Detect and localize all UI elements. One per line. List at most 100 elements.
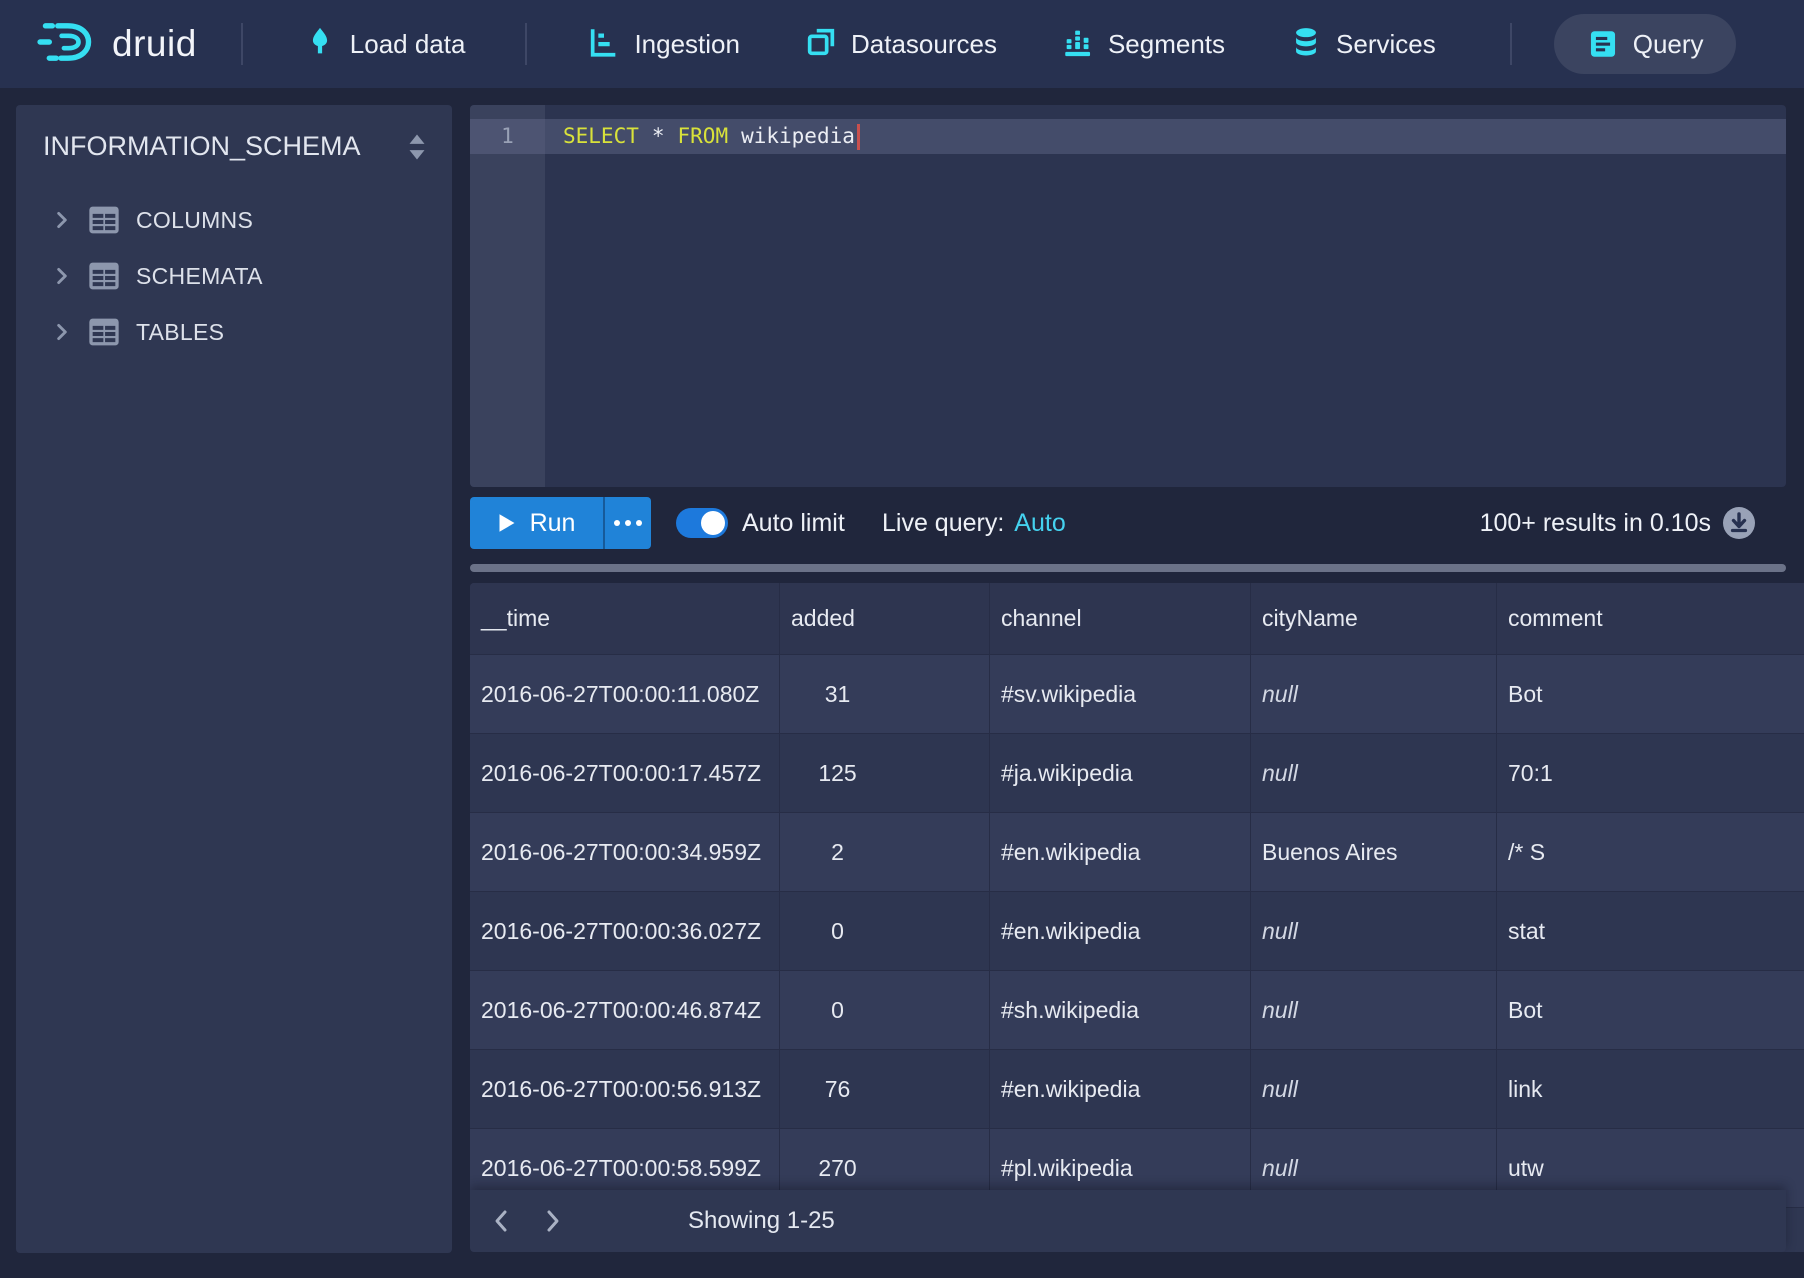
auto-limit-label[interactable]: Auto limit: [742, 497, 845, 549]
next-page-button[interactable]: [540, 1208, 566, 1234]
druid-logo[interactable]: druid: [34, 12, 197, 77]
cell-added[interactable]: 31: [780, 655, 990, 733]
column-header-added[interactable]: added: [780, 583, 990, 654]
run-button-label: Run: [530, 509, 576, 538]
nav-label: Services: [1336, 29, 1436, 60]
toggle-knob: [701, 511, 725, 535]
nav-divider: [1510, 23, 1512, 65]
cell-time[interactable]: 2016-06-27T00:00:34.959Z: [470, 813, 780, 891]
results-summary: 100+ results in 0.10s: [1480, 497, 1711, 549]
tree-item-columns[interactable]: COLUMNS: [16, 192, 452, 248]
cell-comment[interactable]: /* S: [1497, 813, 1804, 891]
column-header-cityname[interactable]: cityName: [1251, 583, 1497, 654]
cell-channel[interactable]: #ja.wikipedia: [990, 734, 1251, 812]
sql-code-line[interactable]: SELECT * FROM wikipedia: [563, 119, 860, 154]
sql-identifier: wikipedia: [741, 119, 855, 154]
chevron-right-icon[interactable]: [52, 322, 72, 342]
cell-cityname[interactable]: null: [1251, 971, 1497, 1049]
nav-item-segments[interactable]: Segments: [1061, 25, 1225, 64]
nav-item-query-active[interactable]: Query: [1554, 14, 1736, 74]
sql-keyword: SELECT: [563, 119, 639, 154]
cell-comment[interactable]: Bot: [1497, 655, 1804, 733]
results-header-row: __time added channel cityName comment: [470, 583, 1804, 655]
cell-channel[interactable]: #sh.wikipedia: [990, 971, 1251, 1049]
chevron-right-icon[interactable]: [52, 266, 72, 286]
table-grid-icon: [88, 261, 120, 291]
table-row: 2016-06-27T00:00:46.874Z 0 #sh.wikipedia…: [470, 971, 1804, 1050]
cell-cityname[interactable]: null: [1251, 892, 1497, 970]
nav-label: Datasources: [851, 29, 997, 60]
cell-channel[interactable]: #en.wikipedia: [990, 1050, 1251, 1128]
cell-added[interactable]: 0: [780, 892, 990, 970]
cell-time[interactable]: 2016-06-27T00:00:36.027Z: [470, 892, 780, 970]
chevron-right-icon[interactable]: [52, 210, 72, 230]
sql-editor[interactable]: 1 SELECT * FROM wikipedia: [470, 105, 1786, 487]
druid-logo-icon: [34, 12, 100, 77]
column-header-comment[interactable]: comment: [1497, 583, 1804, 654]
nav-item-services[interactable]: Services: [1289, 25, 1436, 64]
cell-time[interactable]: 2016-06-27T00:00:46.874Z: [470, 971, 780, 1049]
schema-tree: COLUMNS SCHEMATA: [16, 192, 452, 360]
sql-star: *: [652, 119, 665, 154]
cell-comment[interactable]: stat: [1497, 892, 1804, 970]
query-console-icon: [1586, 27, 1620, 61]
editor-gutter: [470, 105, 545, 487]
auto-limit-toggle[interactable]: [676, 508, 728, 538]
results-panel: __time added channel cityName comment 20…: [470, 583, 1804, 1252]
cell-channel[interactable]: #sv.wikipedia: [990, 655, 1251, 733]
cell-cityname[interactable]: null: [1251, 655, 1497, 733]
cell-time[interactable]: 2016-06-27T00:00:17.457Z: [470, 734, 780, 812]
nav-divider: [241, 23, 243, 65]
cell-added[interactable]: 125: [780, 734, 990, 812]
previous-page-button[interactable]: [488, 1208, 514, 1234]
cell-comment[interactable]: Bot: [1497, 971, 1804, 1049]
download-results-button[interactable]: [1722, 506, 1756, 545]
play-icon: [498, 513, 516, 533]
run-bar: Run Auto limit Live query: Auto 100+ res…: [470, 497, 1786, 549]
nav-label: Query: [1633, 29, 1704, 60]
cell-added[interactable]: 0: [780, 971, 990, 1049]
cell-time[interactable]: 2016-06-27T00:00:56.913Z: [470, 1050, 780, 1128]
nav-divider: [525, 23, 527, 65]
cell-added[interactable]: 2: [780, 813, 990, 891]
table-grid-icon: [88, 205, 120, 235]
segments-bars-icon: [1061, 25, 1095, 64]
cell-comment[interactable]: 70:1: [1497, 734, 1804, 812]
sort-toggle-icon[interactable]: [404, 132, 430, 162]
cell-channel[interactable]: #en.wikipedia: [990, 892, 1251, 970]
nav-label: Load data: [350, 29, 466, 60]
text-cursor: [857, 124, 860, 150]
cell-comment[interactable]: link: [1497, 1050, 1804, 1128]
schema-title: INFORMATION_SCHEMA: [43, 131, 361, 162]
run-options-button[interactable]: [603, 497, 651, 549]
cell-time[interactable]: 2016-06-27T00:00:11.080Z: [470, 655, 780, 733]
nav-label: Segments: [1108, 29, 1225, 60]
services-database-icon: [1289, 25, 1323, 64]
nav-item-load-data[interactable]: Load data: [303, 25, 466, 64]
showing-range-label: Showing 1-25: [688, 1207, 835, 1235]
table-row: 2016-06-27T00:00:34.959Z 2 #en.wikipedia…: [470, 813, 1804, 892]
column-header-channel[interactable]: channel: [990, 583, 1251, 654]
sql-keyword: FROM: [678, 119, 729, 154]
cell-cityname[interactable]: null: [1251, 1050, 1497, 1128]
run-button[interactable]: Run: [470, 497, 603, 549]
live-query-value-link[interactable]: Auto: [1014, 509, 1065, 538]
table-row: 2016-06-27T00:00:36.027Z 0 #en.wikipedia…: [470, 892, 1804, 971]
line-number: 1: [470, 119, 545, 154]
schema-sidebar: INFORMATION_SCHEMA COLUMNS: [16, 105, 452, 1253]
tree-item-schemata[interactable]: SCHEMATA: [16, 248, 452, 304]
nav-item-datasources[interactable]: Datasources: [804, 25, 997, 64]
tree-item-label: SCHEMATA: [136, 263, 263, 290]
tree-item-tables[interactable]: TABLES: [16, 304, 452, 360]
nav-item-ingestion[interactable]: Ingestion: [587, 25, 740, 64]
column-header-time[interactable]: __time: [470, 583, 780, 654]
table-row: 2016-06-27T00:00:56.913Z 76 #en.wikipedi…: [470, 1050, 1804, 1129]
table-row: 2016-06-27T00:00:11.080Z 31 #sv.wikipedi…: [470, 655, 1804, 734]
table-grid-icon: [88, 317, 120, 347]
resize-handle[interactable]: [470, 564, 1786, 572]
cell-channel[interactable]: #en.wikipedia: [990, 813, 1251, 891]
cell-cityname[interactable]: Buenos Aires: [1251, 813, 1497, 891]
cell-cityname[interactable]: null: [1251, 734, 1497, 812]
live-query: Live query: Auto: [882, 497, 1066, 549]
cell-added[interactable]: 76: [780, 1050, 990, 1128]
